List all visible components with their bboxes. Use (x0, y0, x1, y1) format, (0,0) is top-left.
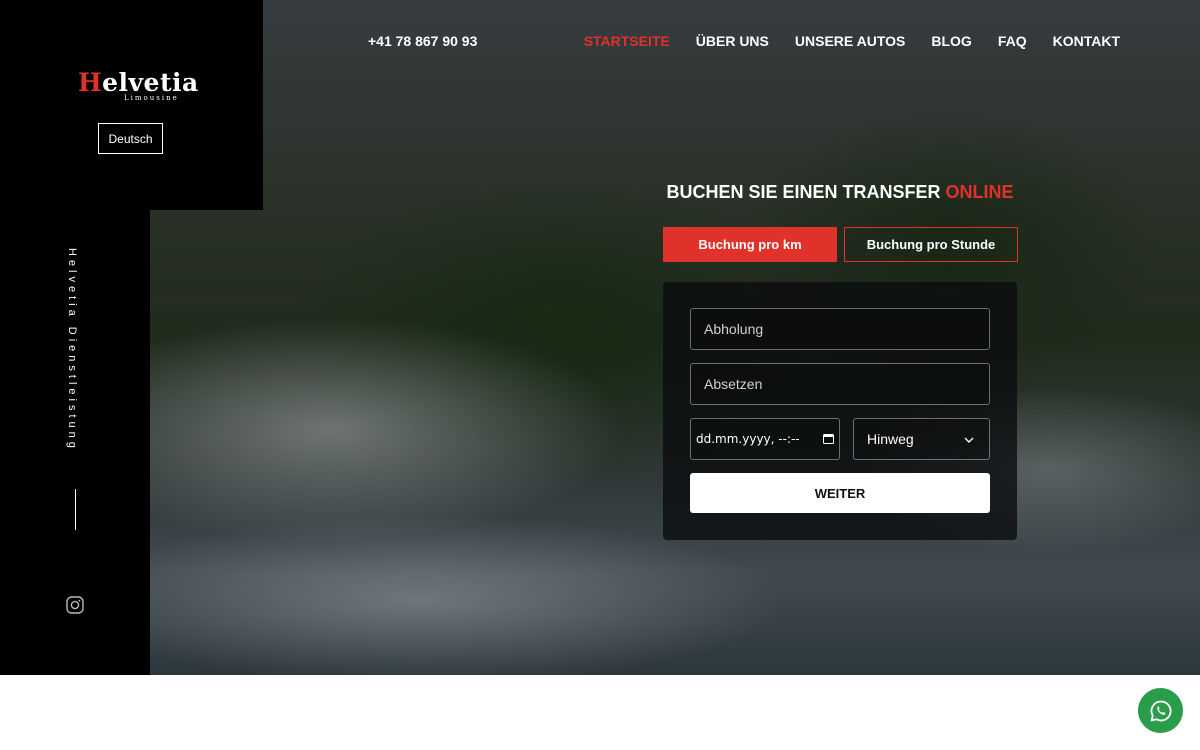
logo-rest: elvetia (102, 68, 199, 97)
logo-subtitle: Limousine (124, 94, 179, 102)
booking-title: BUCHEN SIE EINEN TRANSFER ONLINE (663, 182, 1017, 203)
nav-item-faq[interactable]: FAQ (998, 33, 1027, 49)
trip-type-select[interactable]: Hinweg (853, 418, 990, 460)
booking-tabs: Buchung pro km Buchung pro Stunde (663, 227, 1018, 262)
sidebar-divider (75, 489, 76, 530)
nav-item-kontakt[interactable]: KONTAKT (1053, 33, 1120, 49)
header-phone[interactable]: +41 78 867 90 93 (368, 33, 477, 49)
language-button[interactable]: Deutsch (98, 123, 163, 154)
nav-item-startseite[interactable]: STARTSEITE (584, 33, 670, 49)
whatsapp-icon (1150, 700, 1171, 721)
pickup-input[interactable]: Abholung (690, 308, 990, 350)
datetime-input[interactable]: dd.mm.yyyy, --:-- (690, 418, 840, 460)
chevron-down-icon (964, 437, 974, 443)
nav-item-unsere-autos[interactable]: UNSERE AUTOS (795, 33, 905, 49)
submit-button[interactable]: WEITER (690, 473, 990, 513)
tab-per-km[interactable]: Buchung pro km (663, 227, 837, 262)
tab-per-hour[interactable]: Buchung pro Stunde (844, 227, 1018, 262)
booking-title-accent: ONLINE (945, 182, 1014, 202)
nav-item-ueber-uns[interactable]: ÜBER UNS (696, 33, 769, 49)
booking-title-main: BUCHEN SIE EINEN TRANSFER (666, 182, 946, 202)
datetime-placeholder: dd.mm.yyyy, --:-- (696, 432, 800, 446)
trip-type-value: Hinweg (867, 431, 914, 447)
booking-form: Abholung Absetzen dd.mm.yyyy, --:-- Hinw… (663, 282, 1017, 540)
sidebar-vertical-text: Helvetia Dienstleistung (66, 248, 78, 452)
logo-first-letter: H (78, 68, 103, 97)
whatsapp-button[interactable] (1138, 688, 1183, 733)
calendar-icon[interactable] (823, 433, 834, 444)
nav-item-blog[interactable]: BLOG (931, 33, 971, 49)
main-nav: STARTSEITE ÜBER UNS UNSERE AUTOS BLOG FA… (584, 33, 1120, 49)
logo-panel: Helvetia Limousine Deutsch (0, 0, 263, 210)
brand-logo[interactable]: Helvetia Limousine (78, 68, 199, 103)
dropoff-input[interactable]: Absetzen (690, 363, 990, 405)
instagram-icon[interactable] (66, 596, 84, 614)
